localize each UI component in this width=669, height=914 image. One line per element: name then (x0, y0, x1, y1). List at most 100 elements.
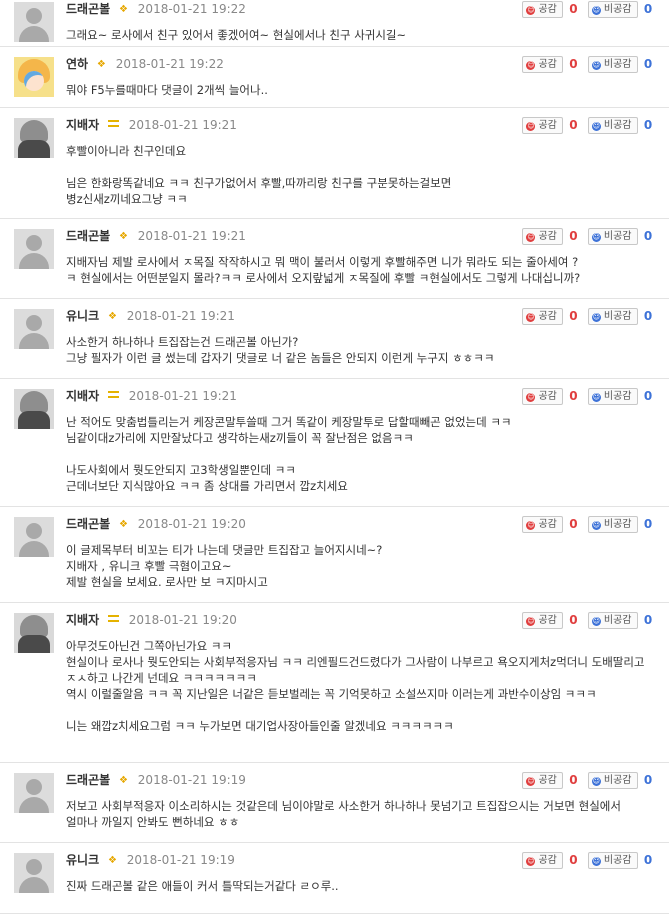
like-count: 0 (569, 853, 578, 867)
like-count: 0 (569, 773, 578, 787)
like-button[interactable]: ☺ 공감 (522, 852, 563, 869)
comment-text: 지배자님 제발 로사에서 ㅈ목질 작작하시고 뭐 맥이 불러서 이렇게 후빨해주… (66, 255, 581, 285)
comment-text: 진짜 드래곤볼 같은 애들이 커서 틀딱되는거같다 ㄹㅇ루.. (66, 879, 339, 893)
wings-badge-icon: ❖ (119, 231, 128, 242)
wings-badge-icon: ❖ (107, 311, 117, 322)
nickname[interactable]: 드래곤볼 (66, 773, 110, 787)
comment-text: 뭐야 F5누를때마다 댓글이 2개씩 늘어나.. (66, 83, 268, 97)
avatar[interactable] (14, 229, 54, 269)
comment-text: 저보고 사회부적응자 이소리하시는 것같은데 님이야말로 사소한거 하나하나 못… (66, 799, 625, 829)
comment-text: 사소한거 하나하나 트집잡는건 드래곤볼 아닌가? 그냥 필자가 이런 글 썼는… (66, 335, 495, 365)
like-label: 공감 (538, 391, 557, 402)
nickname[interactable]: 드래곤볼 (66, 2, 110, 16)
avatar[interactable] (14, 2, 54, 42)
like-button[interactable]: ☺ 공감 (522, 516, 563, 533)
comment-item: 연하 ❖ 2018-01-21 19:22 ☺ 공감 0 ☺ 비공감 0 뭐야 F5… (0, 47, 669, 108)
avatar[interactable] (14, 389, 54, 429)
dislike-button[interactable]: ☺ 비공감 (587, 516, 638, 533)
nickname[interactable]: 지배자 (66, 613, 99, 627)
comment-date: 2018-01-21 19:21 (128, 389, 237, 403)
dislike-label: 비공감 (603, 4, 632, 15)
nickname[interactable]: 유니크 (66, 853, 99, 867)
avatar[interactable] (14, 773, 54, 813)
dislike-count: 0 (643, 853, 653, 867)
comment-header: 드래곤볼 ❖ 2018-01-21 19:20 (66, 516, 246, 532)
dislike-button[interactable]: ☺ 비공감 (587, 117, 638, 134)
like-button[interactable]: ☺ 공감 (522, 117, 563, 134)
comment-item: 유니크 ❖ 2018-01-21 19:21 ☺ 공감 0 ☺ 비공감 0 사소한거… (0, 299, 669, 379)
dislike-button[interactable]: ☺ 비공감 (587, 772, 638, 789)
vote-controls: ☺ 공감 0 ☺ 비공감 0 (522, 308, 655, 325)
dislike-button[interactable]: ☺ 비공감 (587, 228, 638, 245)
dislike-button[interactable]: ☺ 비공감 (587, 852, 638, 869)
like-button[interactable]: ☺ 공감 (522, 772, 563, 789)
dislike-count: 0 (643, 389, 653, 403)
dislike-icon: ☺ (591, 393, 601, 402)
comment-text: 그래요~ 로사에서 친구 있어서 좋겠어여~ 현실에서나 친구 사귀시길~ (66, 28, 407, 42)
dislike-button[interactable]: ☺ 비공감 (587, 56, 638, 73)
vote-controls: ☺ 공감 0 ☺ 비공감 0 (522, 516, 655, 533)
dislike-count: 0 (643, 517, 653, 531)
dislike-count: 0 (643, 229, 653, 243)
comment-date: 2018-01-21 19:20 (128, 613, 237, 627)
avatar[interactable] (14, 613, 54, 653)
dislike-count: 0 (643, 773, 653, 787)
like-label: 공감 (538, 231, 557, 242)
dislike-count: 0 (643, 57, 653, 71)
comment-header: 드래곤볼 ❖ 2018-01-21 19:22 (66, 1, 246, 17)
like-icon: ☺ (526, 857, 536, 866)
nickname[interactable]: 연하 (66, 57, 88, 71)
like-count: 0 (569, 389, 578, 403)
dislike-button[interactable]: ☺ 비공감 (587, 1, 638, 18)
comment-item: 지배자 2018-01-21 19:21 ☺ 공감 0 ☺ 비공감 0 난 적어도 … (0, 379, 669, 507)
like-button[interactable]: ☺ 공감 (522, 308, 563, 325)
like-count: 0 (569, 2, 578, 16)
dislike-button[interactable]: ☺ 비공감 (587, 388, 638, 405)
nickname[interactable]: 지배자 (66, 118, 99, 132)
comment-item: 드래곤볼 ❖ 2018-01-21 19:20 ☺ 공감 0 ☺ 비공감 0 이 글… (0, 507, 669, 603)
vote-controls: ☺ 공감 0 ☺ 비공감 0 (522, 1, 655, 18)
comment-header: 드래곤볼 ❖ 2018-01-21 19:21 (66, 228, 246, 244)
like-button[interactable]: ☺ 공감 (522, 1, 563, 18)
nickname[interactable]: 지배자 (66, 389, 99, 403)
like-button[interactable]: ☺ 공감 (522, 228, 563, 245)
comment-text: 이 글제목부터 비꼬는 티가 나는데 댓글만 트집잡고 늘어지시네~? 지배자 … (66, 543, 383, 589)
dislike-icon: ☺ (591, 521, 601, 530)
nickname[interactable]: 드래곤볼 (66, 517, 110, 531)
nickname[interactable]: 유니크 (66, 309, 99, 323)
like-count: 0 (569, 118, 578, 132)
avatar[interactable] (14, 517, 54, 557)
avatar[interactable] (14, 853, 54, 893)
comment-text: 아무것도아닌건 그쪽아닌가요 ㅋㅋ 현실이나 로사나 뭣도안되는 사회부적응자님… (66, 639, 645, 733)
level-badge-icon (107, 391, 119, 398)
avatar[interactable] (14, 118, 54, 158)
like-label: 공감 (538, 311, 557, 322)
like-icon: ☺ (526, 313, 536, 322)
like-icon: ☺ (526, 122, 536, 131)
dislike-icon: ☺ (591, 313, 601, 322)
like-button[interactable]: ☺ 공감 (522, 56, 563, 73)
dislike-button[interactable]: ☺ 비공감 (587, 308, 638, 325)
like-count: 0 (569, 309, 578, 323)
like-count: 0 (569, 613, 578, 627)
dislike-button[interactable]: ☺ 비공감 (587, 612, 638, 629)
wings-badge-icon: ❖ (119, 519, 128, 530)
comment-item: 드래곤볼 ❖ 2018-01-21 19:22 ☺ 공감 0 ☺ 비공감 0 그래요… (0, 0, 669, 47)
comment-header: 연하 ❖ 2018-01-21 19:22 (66, 56, 224, 72)
vote-controls: ☺ 공감 0 ☺ 비공감 0 (522, 388, 655, 405)
comment-text: 난 적어도 맞춤법틀리는거 케장콘말투쓸때 그거 똑같이 케장말투로 답할때빼곤… (66, 415, 512, 493)
comment-text: 후빨이아니라 친구인데요 님은 한화랑똑같네요 ㅋㅋ 친구가없어서 후빨,따까리… (66, 144, 452, 206)
dislike-count: 0 (643, 309, 653, 323)
like-button[interactable]: ☺ 공감 (522, 388, 563, 405)
comment-header: 지배자 2018-01-21 19:21 (66, 117, 237, 133)
like-label: 공감 (538, 519, 557, 530)
vote-controls: ☺ 공감 0 ☺ 비공감 0 (522, 228, 655, 245)
comment-item: 드래곤볼 ❖ 2018-01-21 19:21 ☺ 공감 0 ☺ 비공감 0 지배자… (0, 219, 669, 299)
nickname[interactable]: 드래곤볼 (66, 229, 110, 243)
dislike-icon: ☺ (591, 777, 601, 786)
level-badge-icon (107, 120, 119, 127)
avatar[interactable] (14, 57, 54, 97)
like-button[interactable]: ☺ 공감 (522, 612, 563, 629)
avatar[interactable] (14, 309, 54, 349)
comment-date: 2018-01-21 19:19 (137, 773, 246, 787)
